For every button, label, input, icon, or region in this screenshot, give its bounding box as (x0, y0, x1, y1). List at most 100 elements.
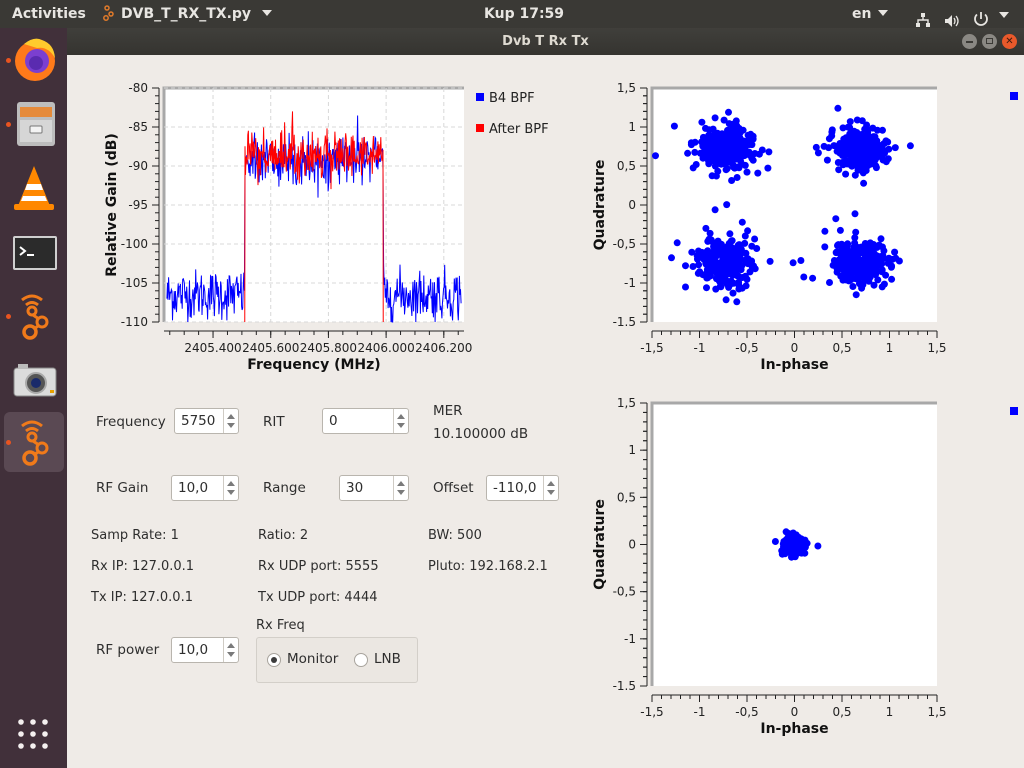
scatter-point (698, 118, 706, 126)
scatter-point (741, 232, 749, 240)
spin-up-icon[interactable] (227, 414, 235, 419)
y-tick-label: 0,5 (617, 490, 636, 504)
clock[interactable]: Kup 17:59 (484, 0, 564, 28)
scatter-point (843, 243, 851, 251)
scatter-point (797, 257, 805, 264)
scatter-point (846, 141, 854, 149)
dock-item-terminal[interactable] (4, 222, 64, 282)
window-title: Dvb T Rx Tx (502, 34, 589, 49)
scatter-point (814, 542, 822, 550)
close-icon: ✕ (1005, 36, 1014, 47)
x-tick-label: 2405.800 (300, 341, 357, 355)
dock-item-gnuradio-active[interactable] (4, 412, 64, 472)
scatter-point (852, 291, 860, 299)
scatter-point (766, 257, 774, 265)
spin-down-icon[interactable] (397, 423, 405, 428)
legend-swatch (476, 124, 484, 132)
scatter-point (857, 148, 865, 156)
rit-value: 0 (329, 413, 338, 429)
x-tick-label: 0 (791, 341, 799, 355)
chevron-down-icon[interactable] (999, 12, 1009, 18)
dock-item-vlc[interactable] (4, 158, 64, 218)
offset-spinbox[interactable]: -110,0 (486, 475, 559, 501)
spin-up-icon[interactable] (397, 481, 405, 486)
minimize-button[interactable] (962, 34, 977, 49)
scatter-point (852, 228, 860, 236)
frequency-spinbox[interactable]: 5750 (174, 408, 239, 434)
scatter-point (834, 144, 842, 152)
scatter-point (877, 235, 885, 243)
x-axis-title: Frequency (MHz) (247, 357, 380, 373)
scatter-point (748, 242, 756, 250)
rx-freq-group-label: Rx Freq (256, 618, 305, 633)
running-indicator (6, 58, 11, 63)
scatter-point (861, 251, 869, 259)
dock-item-files[interactable] (4, 94, 64, 154)
spin-down-icon[interactable] (227, 652, 235, 657)
spin-up-icon[interactable] (227, 481, 235, 486)
scatter-point (732, 150, 740, 158)
spin-down-icon[interactable] (227, 490, 235, 495)
scatter-point (711, 241, 719, 249)
y-tick-label: -95 (128, 198, 148, 212)
top-bar: Activities DVB_T_RX_TX.py Kup 17:59 en (0, 0, 1024, 28)
spin-up-icon[interactable] (227, 643, 235, 648)
scatter-point (820, 142, 828, 150)
monitor-radio[interactable] (267, 653, 281, 667)
scatter-point (682, 283, 689, 291)
dock-item-firefox[interactable] (4, 30, 64, 90)
scatter-point (733, 141, 741, 149)
rx-ip-text: Rx IP: 127.0.0.1 (91, 559, 195, 574)
spin-down-icon[interactable] (547, 490, 555, 495)
scatter-point (860, 179, 868, 187)
scatter-point (751, 150, 759, 157)
activities-button[interactable]: Activities (12, 0, 86, 28)
scatter-point (714, 259, 722, 267)
legend-label: After BPF (489, 122, 549, 137)
rf-power-label: RF power (96, 642, 160, 658)
app-grid-icon (18, 719, 48, 749)
x-tick-label: -1 (694, 705, 706, 719)
plot-area (652, 88, 937, 322)
x-axis-title: In-phase (760, 357, 828, 373)
running-indicator (6, 440, 11, 445)
chevron-down-icon (878, 10, 889, 16)
rf-gain-spinbox[interactable]: 10,0 (171, 475, 239, 501)
scatter-point (854, 261, 862, 269)
y-tick-label: -0,5 (613, 585, 636, 599)
language-indicator[interactable]: en (852, 0, 889, 28)
rit-spinbox[interactable]: 0 (322, 408, 409, 434)
spin-up-icon[interactable] (547, 481, 555, 486)
spin-down-icon[interactable] (397, 490, 405, 495)
maximize-icon (986, 38, 993, 44)
range-spinbox[interactable]: 30 (339, 475, 409, 501)
x-tick-label: 0,5 (832, 705, 851, 719)
scatter-point (727, 277, 735, 285)
scatter-point (906, 142, 914, 150)
scatter-point (786, 547, 793, 555)
scatter-point (784, 537, 792, 545)
maximize-button[interactable] (982, 34, 997, 49)
spin-up-icon[interactable] (397, 414, 405, 419)
close-button[interactable]: ✕ (1002, 34, 1017, 49)
monitor-radio-label[interactable]: Monitor (287, 651, 338, 667)
scatter-point (833, 268, 841, 276)
offset-value: -110,0 (493, 480, 537, 496)
spin-down-icon[interactable] (227, 423, 235, 428)
scatter-point (826, 279, 833, 286)
y-tick-label: -1 (624, 632, 636, 646)
scatter-point (738, 218, 746, 226)
scatter-point (850, 254, 858, 262)
scatter-point (736, 251, 744, 258)
rf-power-spinbox[interactable]: 10,0 (171, 637, 239, 663)
scatter-point (862, 167, 870, 174)
dock-item-gnuradio[interactable] (4, 286, 64, 346)
dock-item-screenshot[interactable] (4, 350, 64, 410)
y-tick-label: -80 (128, 81, 148, 95)
lnb-radio[interactable] (354, 653, 368, 667)
show-applications-button[interactable] (17, 718, 49, 750)
x-tick-label: 1,5 (927, 705, 946, 719)
app-menu[interactable]: DVB_T_RX_TX.py (102, 0, 272, 28)
rx-freq-group: Monitor LNB (256, 637, 418, 683)
lnb-radio-label[interactable]: LNB (374, 651, 401, 667)
